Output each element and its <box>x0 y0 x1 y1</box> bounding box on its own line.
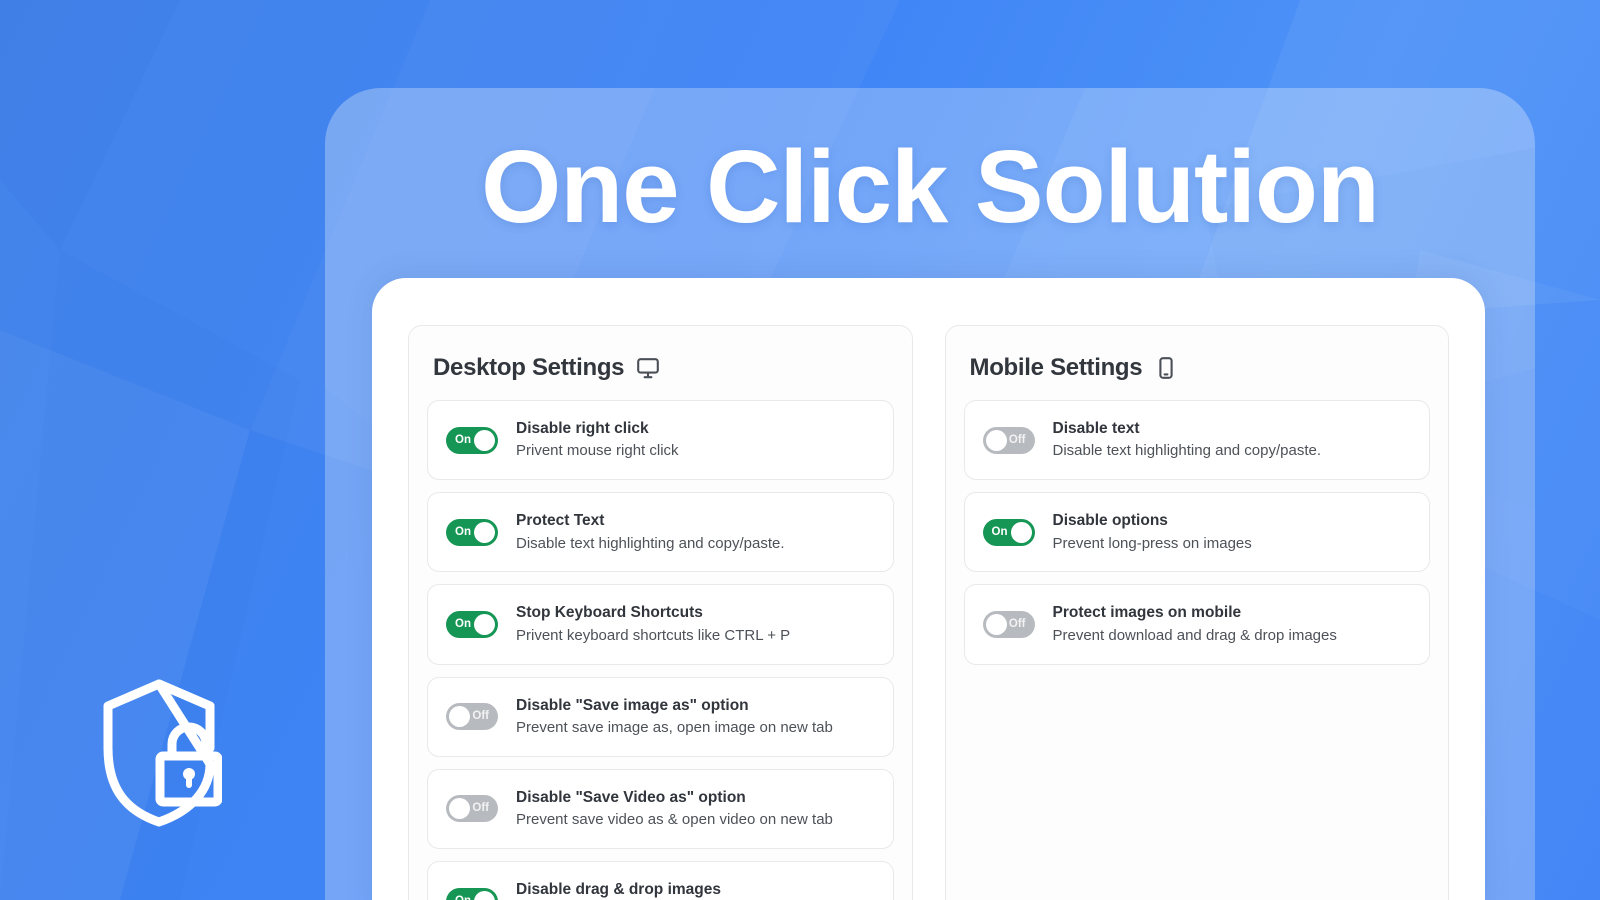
promo-banner: One Click Solution Desktop Settings On D… <box>0 0 1600 900</box>
settings-card: Desktop Settings On Disable right click <box>372 278 1485 900</box>
setting-description: Prevent long-press on images <box>1052 534 1252 552</box>
toggle-protect-images-on-mobile[interactable]: Off <box>982 611 1035 639</box>
toggle-disable-text[interactable]: Off <box>982 426 1035 454</box>
setting-row-disable-right-click[interactable]: On Disable right click Privent mouse rig… <box>427 400 894 481</box>
mobile-settings-panel: Mobile Settings Off Disable text Disable… <box>944 325 1449 900</box>
setting-row-text: Disable drag & drop images Prevent drag … <box>516 879 721 900</box>
setting-row-text: Disable "Save image as" option Prevent s… <box>516 695 833 739</box>
setting-description: Disable text highlighting and copy/paste… <box>516 534 785 552</box>
setting-row-protect-images-on-mobile[interactable]: Off Protect images on mobile Prevent dow… <box>963 584 1430 665</box>
setting-title: Protect images on mobile <box>1052 604 1242 622</box>
desktop-settings-list: On Disable right click Privent mouse rig… <box>427 400 894 900</box>
setting-description: Privent mouse right click <box>516 442 679 460</box>
setting-row-text: Stop Keyboard Shortcuts Privent keyboard… <box>516 602 790 646</box>
toggle-knob <box>985 614 1007 636</box>
toggle-protect-text[interactable]: On <box>446 518 498 546</box>
toggle-disable-drag-drop-images[interactable]: On <box>446 887 498 900</box>
toggle-stop-keyboard-shortcuts[interactable]: On <box>446 611 498 639</box>
toggle-disable-options[interactable]: On <box>982 518 1035 546</box>
setting-row-disable-options[interactable]: On Disable options Prevent long-press on… <box>963 492 1430 573</box>
desktop-settings-panel: Desktop Settings On Disable right click <box>408 325 913 900</box>
toggle-disable-right-click[interactable]: On <box>446 426 498 454</box>
page-title: One Click Solution <box>481 129 1380 244</box>
setting-description: Prevent save image as, open image on new… <box>516 719 833 737</box>
setting-title: Disable "Save Video as" option <box>516 788 746 806</box>
toggle-disable-save-video-as[interactable]: Off <box>446 795 498 823</box>
setting-row-text: Protect Text Disable text highlighting a… <box>516 510 785 554</box>
desktop-monitor-icon <box>636 356 660 380</box>
toggle-knob <box>474 429 495 451</box>
setting-title: Disable options <box>1052 512 1168 530</box>
setting-row-stop-keyboard-shortcuts[interactable]: On Stop Keyboard Shortcuts Privent keybo… <box>427 584 894 665</box>
shield-lock-icon <box>103 679 222 827</box>
mobile-settings-list: Off Disable text Disable text highlighti… <box>963 400 1430 665</box>
setting-title: Disable right click <box>516 420 649 437</box>
setting-description: Prevent download and drag & drop images <box>1052 626 1337 644</box>
setting-row-text: Disable "Save Video as" option Prevent s… <box>516 787 833 831</box>
setting-row-disable-text[interactable]: Off Disable text Disable text highlighti… <box>963 400 1430 481</box>
setting-row-text: Disable options Prevent long-press on im… <box>1053 510 1252 554</box>
setting-row-text: Disable text Disable text highlighting a… <box>1053 418 1322 462</box>
setting-row-disable-drag-drop-images[interactable]: On Disable drag & drop images Prevent dr… <box>427 861 894 900</box>
toggle-disable-save-image-as[interactable]: Off <box>446 703 498 731</box>
setting-title: Disable text <box>1052 420 1140 437</box>
toggle-knob <box>985 429 1007 451</box>
setting-description: Prevent save video as & open video on ne… <box>516 811 833 829</box>
setting-row-disable-save-image-as[interactable]: Off Disable "Save image as" option Preve… <box>427 676 894 757</box>
mobile-panel-title: Mobile Settings <box>969 354 1143 381</box>
mobile-phone-icon <box>1154 356 1178 380</box>
desktop-panel-header: Desktop Settings <box>433 354 894 382</box>
setting-row-text: Protect images on mobile Prevent downloa… <box>1053 602 1337 646</box>
setting-row-protect-text[interactable]: On Protect Text Disable text highlightin… <box>427 492 894 573</box>
setting-row-text: Disable right click Privent mouse right … <box>516 418 679 462</box>
setting-row-disable-save-video-as[interactable]: Off Disable "Save Video as" option Preve… <box>427 768 894 850</box>
toggle-knob <box>1010 521 1032 543</box>
setting-title: Stop Keyboard Shortcuts <box>516 604 703 622</box>
desktop-panel-title: Desktop Settings <box>433 354 625 381</box>
setting-title: Protect Text <box>516 512 605 530</box>
toggle-knob <box>474 614 495 636</box>
setting-description: Disable text highlighting and copy/paste… <box>1052 442 1322 460</box>
setting-title: Disable "Save image as" option <box>516 696 749 714</box>
toggle-knob <box>474 521 495 543</box>
setting-description: Privent keyboard shortcuts like CTRL + P <box>516 626 791 644</box>
setting-title: Disable drag & drop images <box>516 881 721 899</box>
mobile-panel-header: Mobile Settings <box>970 354 1431 382</box>
